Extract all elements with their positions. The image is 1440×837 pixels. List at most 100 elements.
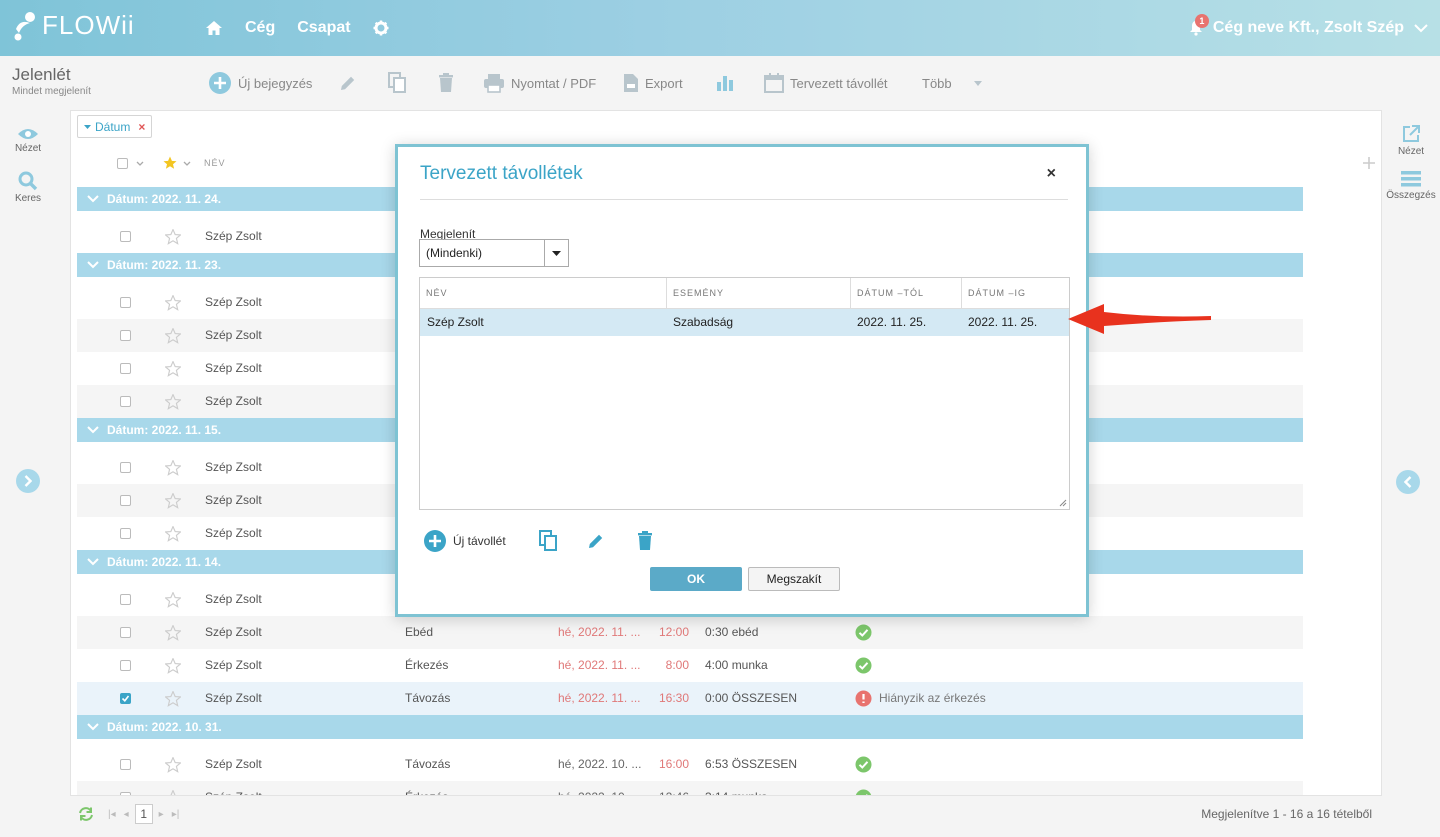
col-header-name[interactable]: NÉV	[420, 278, 666, 308]
table-row[interactable]: Szép Zsolt Érkezés hé, 2022. 11. ... 8:00 4:…	[77, 649, 1303, 682]
close-icon[interactable]: ×	[1047, 165, 1056, 183]
expand-right-panel-button[interactable]	[1396, 470, 1420, 494]
row-checkbox[interactable]	[120, 495, 131, 506]
resize-handle-icon[interactable]	[1059, 499, 1067, 507]
star-icon[interactable]	[165, 493, 181, 509]
row-name: Szép Zsolt	[205, 460, 262, 474]
table-row[interactable]: Szép Zsolt Ebéd hé, 2022. 11. ... 12:00 0:30…	[77, 616, 1303, 649]
table-row[interactable]: Szép Zsolt Érkezés hé, 2022. 10. ... 12:46 3…	[77, 781, 1303, 795]
star-icon[interactable]	[165, 229, 181, 245]
row-checkbox[interactable]	[120, 594, 131, 605]
search-icon	[0, 171, 56, 191]
plus-icon	[1363, 157, 1375, 169]
ok-button[interactable]: OK	[650, 567, 742, 591]
table-row[interactable]: Szép Zsolt Távozás hé, 2022. 11. ... 16:30 0…	[77, 682, 1303, 715]
copy-icon	[387, 72, 407, 94]
export-button[interactable]: Export	[623, 56, 683, 110]
row-name: Szép Zsolt	[205, 295, 262, 309]
row-checkbox[interactable]	[120, 330, 131, 341]
expand-left-panel-button[interactable]	[16, 469, 40, 493]
right-summary-button[interactable]: Összegzés	[1383, 170, 1439, 201]
prev-page-icon[interactable]: ◂	[124, 809, 129, 820]
edit-button[interactable]	[338, 56, 358, 110]
table-row[interactable]: Szép Zsolt Távozás hé, 2022. 10. ... 16:00 6…	[77, 748, 1303, 781]
caret-down-icon	[973, 80, 982, 86]
star-icon[interactable]	[165, 328, 181, 344]
row-checkbox[interactable]	[120, 660, 131, 671]
star-icon[interactable]	[165, 625, 181, 641]
right-view-button[interactable]: Nézet	[1383, 124, 1439, 157]
notification-bell-icon[interactable]: 1	[1189, 14, 1209, 36]
star-icon[interactable]	[165, 691, 181, 707]
cancel-button[interactable]: Megszakít	[748, 567, 840, 591]
stats-button[interactable]	[716, 56, 734, 110]
row-checkbox[interactable]	[120, 297, 131, 308]
add-column-button[interactable]	[1363, 151, 1375, 175]
star-icon[interactable]	[165, 460, 181, 476]
user-menu[interactable]: 1 Cég neve Kft., Zsolt Szép	[1189, 0, 1428, 56]
chevron-down-icon	[1414, 23, 1428, 33]
copy-button[interactable]	[387, 56, 407, 110]
row-checkbox[interactable]	[120, 627, 131, 638]
new-absence-button[interactable]: Új távollét	[423, 529, 506, 553]
group-row[interactable]: Dátum: 2022. 10. 31.	[77, 715, 1303, 739]
print-button[interactable]: Nyomtat / PDF	[483, 56, 596, 110]
star-icon[interactable]	[165, 295, 181, 311]
printer-icon	[483, 73, 505, 93]
nav-csapat[interactable]: Csapat	[297, 19, 350, 37]
row-checkbox[interactable]	[120, 759, 131, 770]
first-page-icon[interactable]: |◂	[108, 809, 116, 820]
nav-ceg[interactable]: Cég	[245, 19, 275, 37]
planned-absence-button[interactable]: Tervezett távollét	[764, 56, 888, 110]
col-header-event[interactable]: ESEMÉNY	[666, 278, 850, 308]
star-icon[interactable]	[165, 526, 181, 542]
remove-filter-icon[interactable]: ×	[138, 120, 145, 134]
copy-absence-button[interactable]	[538, 530, 558, 552]
row-checkbox[interactable]	[120, 231, 131, 242]
star-icon[interactable]	[165, 592, 181, 608]
row-checkbox[interactable]	[120, 693, 131, 704]
delete-absence-button[interactable]	[636, 531, 654, 551]
favorite-header[interactable]	[163, 151, 191, 175]
edit-absence-button[interactable]	[586, 531, 606, 551]
add-circle-icon	[208, 71, 232, 95]
delete-button[interactable]	[437, 56, 455, 110]
refresh-icon[interactable]	[78, 807, 94, 821]
star-icon[interactable]	[165, 394, 181, 410]
new-entry-button[interactable]: Új bejegyzés	[208, 56, 312, 110]
home-nav-button[interactable]	[205, 20, 223, 36]
next-page-icon[interactable]: ▸	[159, 809, 164, 820]
absences-table: NÉV ESEMÉNY DÁTUM –TÓL DÁTUM –IG Szép Zs…	[419, 277, 1070, 510]
col-header-date-from[interactable]: DÁTUM –TÓL	[850, 278, 961, 308]
star-icon[interactable]	[165, 658, 181, 674]
star-icon[interactable]	[165, 790, 181, 795]
absence-row[interactable]: Szép Zsolt Szabadság 2022. 11. 25. 2022.…	[420, 309, 1069, 336]
current-page[interactable]: 1	[134, 804, 153, 824]
file-export-icon	[623, 73, 639, 93]
star-icon[interactable]	[165, 757, 181, 773]
last-page-icon[interactable]: ▸|	[172, 809, 180, 820]
settings-nav-button[interactable]	[373, 20, 389, 36]
select-all-checkbox[interactable]	[117, 157, 128, 169]
logo[interactable]: FLOWii	[12, 10, 135, 41]
left-view-button[interactable]: Nézet	[0, 127, 56, 154]
row-name: Szép Zsolt	[205, 328, 262, 342]
row-date: hé, 2022. 11. ...	[558, 691, 641, 705]
row-name: Szép Zsolt	[205, 493, 262, 507]
row-checkbox[interactable]	[120, 363, 131, 374]
row-checkbox[interactable]	[120, 396, 131, 407]
row-checkbox[interactable]	[120, 792, 131, 795]
date-filter-chip[interactable]: Dátum ×	[77, 115, 153, 138]
col-header-date-to[interactable]: DÁTUM –IG	[961, 278, 1069, 308]
show-filter-select[interactable]: (Mindenki)	[419, 239, 569, 267]
left-search-button[interactable]: Keres	[0, 171, 56, 204]
name-column-header[interactable]: NÉV	[204, 151, 226, 175]
row-checkbox[interactable]	[120, 528, 131, 539]
star-icon[interactable]	[165, 361, 181, 377]
main-nav: Cég Csapat	[205, 0, 411, 56]
new-absence-label: Új távollét	[453, 534, 506, 548]
row-checkbox[interactable]	[120, 462, 131, 473]
select-all-header[interactable]	[117, 151, 144, 175]
more-menu-button[interactable]: Több	[922, 56, 982, 110]
export-label: Export	[645, 75, 683, 91]
